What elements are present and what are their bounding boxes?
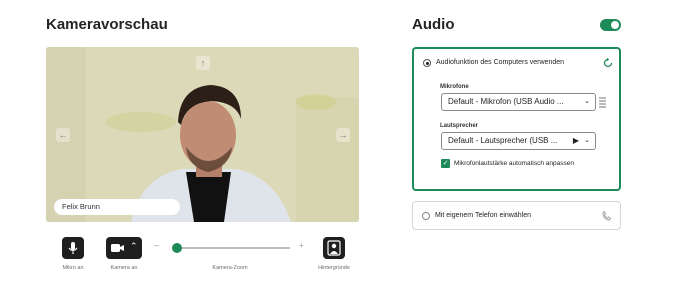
video-background [46,47,359,222]
speaker-select[interactable]: Default - Lautsprecher (USB ... ▶ ⌄ [441,132,596,150]
participant-name-label: Felix Brunn [54,199,180,215]
backgrounds-label: Hintergründe [318,265,350,271]
microphone-icon [68,242,78,254]
microphone-select-value: Default - Mikrofon (USB Audio ... [448,97,564,106]
camera-video-preview: ↑ ← → Felix Brunn [46,47,359,222]
speaker-heading: Lautsprecher [440,123,479,129]
background-effects-icon [327,240,341,256]
phone-icon [602,210,612,221]
play-icon[interactable]: ▶ [573,133,579,149]
phone-dial-in-radio[interactable] [422,212,430,220]
auto-adjust-checkbox[interactable]: ✓ [441,159,450,168]
phone-dial-in-panel[interactable]: Mit eigenem Telefon einwählen [412,201,621,230]
chevron-down-icon: ⌄ [584,137,590,144]
backgrounds-button[interactable] [323,237,345,259]
zoom-minus[interactable]: – [154,240,159,250]
refresh-icon[interactable] [602,57,614,69]
auto-adjust-label: Mikrofonlautstärke automatisch anpassen [454,160,574,167]
speaker-select-value: Default - Lautsprecher (USB ... [448,136,558,145]
pan-up-icon[interactable]: ↑ [196,56,210,70]
chevron-down-icon: ⌄ [584,98,590,105]
computer-audio-panel[interactable]: Audiofunktion des Computers verwenden Mi… [412,47,621,191]
camera-label: Kamera an [110,265,138,271]
mic-level-icon [599,97,606,108]
audio-toggle[interactable] [600,19,621,31]
camera-button[interactable]: ⌃ [106,237,142,259]
zoom-slider-thumb[interactable] [172,243,183,253]
mic-button[interactable] [62,237,84,259]
microphone-heading: Mikrofone [440,84,469,90]
computer-audio-radio[interactable] [423,59,431,67]
mic-label: Mikro an [62,265,84,271]
zoom-slider-track[interactable] [172,243,290,253]
phone-dial-in-label: Mit eigenem Telefon einwählen [435,212,531,219]
chevron-up-icon[interactable]: ⌃ [130,241,138,252]
pan-right-icon[interactable]: → [336,128,350,142]
audio-title: Audio [412,16,455,33]
zoom-label: Kamera-Zoom [212,265,248,271]
pan-left-icon[interactable]: ← [56,128,70,142]
camera-preview-title: Kameravorschau [46,16,168,33]
computer-audio-label: Audiofunktion des Computers verwenden [436,59,565,66]
zoom-plus[interactable]: + [299,241,304,250]
microphone-select[interactable]: Default - Mikrofon (USB Audio ... ⌄ [441,93,596,111]
